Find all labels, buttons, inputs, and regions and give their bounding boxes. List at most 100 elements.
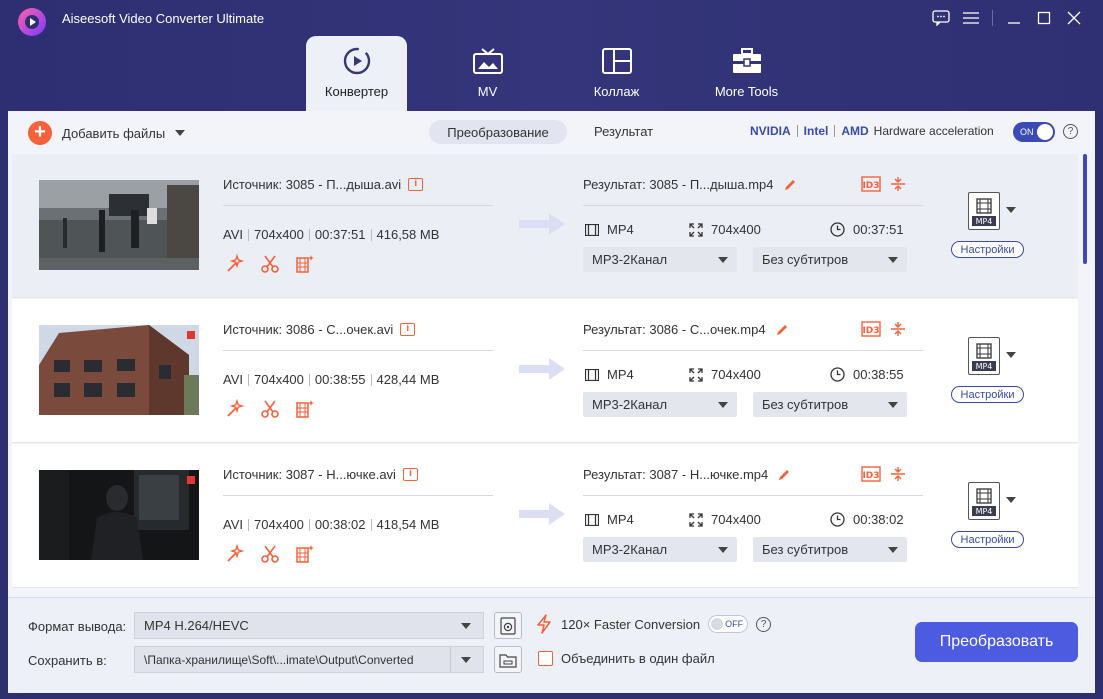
- convert-button[interactable]: Преобразовать: [915, 622, 1078, 662]
- help-icon[interactable]: ?: [756, 616, 772, 632]
- scissors-icon[interactable]: [260, 544, 280, 564]
- file-row[interactable]: Источник: 3086 - С...очек.avi i AVI 704x…: [12, 299, 1078, 443]
- open-folder-button[interactable]: [494, 646, 522, 673]
- tab-more-tools[interactable]: More Tools: [696, 36, 797, 111]
- row-divider: [12, 587, 1078, 588]
- settings-button[interactable]: Настройки: [951, 531, 1024, 548]
- subtitle-select[interactable]: Без субтитров: [753, 537, 907, 562]
- minimize-icon[interactable]: [999, 8, 1029, 28]
- edit-effects-icon[interactable]: [295, 254, 315, 274]
- chevron-down-icon: [888, 257, 898, 263]
- audio-track-select[interactable]: MP3-2Канал: [583, 392, 737, 417]
- video-thumbnail[interactable]: [39, 325, 199, 415]
- amd-label: AMD: [841, 124, 869, 138]
- separator: [248, 518, 249, 531]
- info-icon[interactable]: i: [400, 323, 416, 336]
- result-filename: Результат: 3086 - С...очек.mp4: [583, 322, 789, 337]
- chevron-down-icon[interactable]: [1006, 497, 1016, 503]
- output-format-button[interactable]: MP4: [968, 337, 1000, 375]
- hw-accel-toggle[interactable]: ON: [1013, 122, 1055, 142]
- scissors-icon[interactable]: [260, 399, 280, 419]
- tab-converter[interactable]: Конвертер: [306, 36, 407, 111]
- id3-tag-icon[interactable]: ID3: [861, 321, 881, 337]
- save-path-select[interactable]: \Папка-хранилище\Soft\...imate\Output\Co…: [134, 646, 484, 673]
- output-format-button[interactable]: MP4: [968, 192, 1000, 230]
- subtitle-select[interactable]: Без субтитров: [753, 247, 907, 272]
- collage-icon: [601, 46, 633, 76]
- output-format-button[interactable]: MP4: [968, 482, 1000, 520]
- tab-collage[interactable]: Коллаж: [566, 36, 667, 111]
- compress-icon[interactable]: [890, 176, 906, 192]
- scrollbar-thumb[interactable]: [1083, 154, 1087, 264]
- add-files-button[interactable]: + Добавить файлы: [28, 121, 186, 145]
- output-duration-label: 00:38:02: [853, 512, 904, 527]
- output-format-select[interactable]: MP4 H.264/HEVC: [134, 612, 484, 639]
- chevron-down-icon: [718, 402, 728, 408]
- menu-icon[interactable]: [956, 8, 986, 28]
- enhance-icon[interactable]: [225, 254, 245, 274]
- chevron-down-icon[interactable]: [1006, 207, 1016, 213]
- badge-text: MP4: [976, 217, 993, 226]
- chevron-down-icon[interactable]: [1006, 352, 1016, 358]
- faster-conversion-toggle[interactable]: OFF: [708, 615, 749, 633]
- folder-icon: [499, 653, 517, 668]
- svg-text:ID3: ID3: [862, 471, 879, 481]
- file-row[interactable]: Источник: 3087 - Н...ючке.avi i AVI 704x…: [12, 444, 1078, 588]
- tv-icon: [472, 46, 504, 76]
- video-thumbnail[interactable]: [39, 470, 199, 560]
- separator: [370, 228, 372, 241]
- divider: [583, 205, 923, 206]
- tab-mv[interactable]: MV: [437, 36, 538, 111]
- merge-checkbox[interactable]: [538, 651, 553, 666]
- info-icon[interactable]: i: [408, 178, 424, 191]
- subtitle-select[interactable]: Без субтитров: [753, 392, 907, 417]
- row-divider: [12, 297, 1078, 298]
- source-label: Источник: 3085 - П...дыша.avi: [223, 177, 402, 192]
- audio-track-value: MP3-2Канал: [592, 252, 668, 267]
- close-icon[interactable]: [1059, 8, 1089, 28]
- row-divider: [12, 442, 1078, 443]
- hw-accel-label: Hardware acceleration: [873, 124, 994, 138]
- format-settings-button[interactable]: [494, 612, 522, 639]
- output-format-value: MP4 H.264/HEVC: [144, 618, 249, 633]
- title-bar: Aiseesoft Video Converter Ultimate Конве…: [0, 0, 1103, 111]
- tab-result[interactable]: Результат: [594, 124, 653, 139]
- maximize-icon[interactable]: [1029, 8, 1059, 28]
- result-label: Результат: 3085 - П...дыша.mp4: [583, 177, 774, 192]
- id3-tag-icon[interactable]: ID3: [861, 176, 881, 192]
- scissors-icon[interactable]: [260, 254, 280, 274]
- file-row[interactable]: Источник: 3085 - П...дыша.avi i AVI 704x…: [12, 154, 1078, 298]
- rename-pencil-icon[interactable]: [783, 178, 797, 192]
- separator: [248, 228, 249, 241]
- edit-actions: [225, 399, 315, 419]
- audio-track-select[interactable]: MP3-2Канал: [583, 537, 737, 562]
- edit-effects-icon[interactable]: [295, 399, 315, 419]
- info-icon[interactable]: i: [402, 468, 418, 481]
- mp4-file-icon: MP4: [972, 488, 996, 516]
- rename-pencil-icon[interactable]: [777, 468, 791, 482]
- settings-button[interactable]: Настройки: [951, 241, 1024, 258]
- rename-pencil-icon[interactable]: [775, 323, 789, 337]
- divider: [583, 350, 923, 351]
- video-thumbnail[interactable]: [39, 180, 199, 270]
- output-resolution-label: 704x400: [711, 222, 761, 237]
- enhance-icon[interactable]: [225, 544, 245, 564]
- source-size: 428,44 MB: [376, 372, 440, 387]
- chevron-down-icon[interactable]: [175, 130, 186, 136]
- audio-track-select[interactable]: MP3-2Канал: [583, 247, 737, 272]
- source-label: Источник: 3086 - С...очек.avi: [223, 322, 394, 337]
- merge-option[interactable]: Объединить в один файл: [538, 651, 715, 666]
- help-icon[interactable]: ?: [1063, 124, 1078, 139]
- source-filename: Источник: 3085 - П...дыша.avi i: [223, 177, 424, 192]
- tab-conversion[interactable]: Преобразование: [429, 120, 567, 144]
- edit-effects-icon[interactable]: [295, 544, 315, 564]
- compress-icon[interactable]: [890, 321, 906, 337]
- compress-icon[interactable]: [890, 466, 906, 482]
- enhance-icon[interactable]: [225, 399, 245, 419]
- id3-tag-icon[interactable]: ID3: [861, 466, 881, 482]
- feedback-icon[interactable]: [926, 8, 956, 28]
- source-meta: AVI 704x400 00:37:51 416,58 MB: [223, 227, 439, 242]
- source-size: 416,58 MB: [376, 227, 440, 242]
- result-label: Результат: 3086 - С...очек.mp4: [583, 322, 766, 337]
- settings-button[interactable]: Настройки: [951, 386, 1024, 403]
